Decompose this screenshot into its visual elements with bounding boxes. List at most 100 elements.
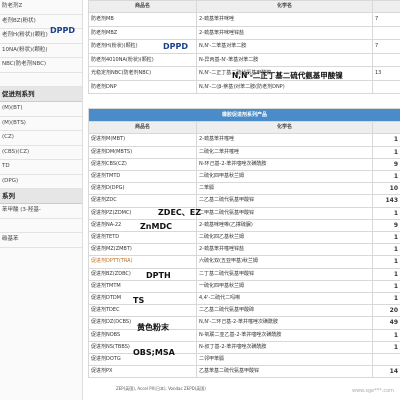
sidebar-item[interactable]: (M)(BT) xyxy=(0,102,82,117)
product-name-cell[interactable]: 光稳定剂NBC(防老剂NBC) xyxy=(88,66,197,81)
table-row: 促进剂DPTT(TRA) 六硫化双(五亚甲基)秋兰姆 1 xyxy=(88,255,400,269)
overlay-dpth: DPTH xyxy=(146,271,171,280)
value-cell: 14 xyxy=(372,365,400,379)
sidebar-item[interactable]: 10NA(粉状)(颗粒) xyxy=(0,44,82,58)
product-name-cell[interactable]: 促进剂DM(MBTS) xyxy=(88,145,197,159)
table-row: 促进剂TDEC 二乙基二硫代氨基甲酸碲 20 xyxy=(88,304,400,318)
sidebar-item[interactable]: NBC(防老剂NBC) xyxy=(0,58,82,73)
table-row: 促进剂DM(MBTS) 二硫化二苯并噻唑 1 xyxy=(88,145,400,159)
chemical-name-cell: 二邻甲苯胍 xyxy=(196,353,373,367)
product-name-cell[interactable]: 促进剂M(MBT) xyxy=(88,133,197,147)
sidebar-item[interactable] xyxy=(0,219,82,233)
sidebar-item[interactable]: (M)(BTS) xyxy=(0,117,82,131)
value-cell: 1 xyxy=(372,328,400,342)
value-cell: 143 xyxy=(372,194,400,208)
value-cell: 1 xyxy=(372,145,400,159)
product-name-cell[interactable]: 防老剂DNP xyxy=(88,79,197,95)
sidebar-item[interactable]: (CZ) xyxy=(0,131,82,146)
product-name-cell[interactable]: 促进剂DPTT(TRA) xyxy=(88,255,197,269)
product-name-cell[interactable]: 促进剂D(DPG) xyxy=(88,182,197,196)
chemical-name-cell: N-异丙基-N'-苯基对苯二胺 xyxy=(196,52,373,68)
chemical-name-cell: 4,4'-二硫代二吗啉 xyxy=(196,292,373,306)
table-row: 促进剂DZ(DCBS) N,N'-二环己基-2-苯并噻唑次磺酰胺 49 xyxy=(88,316,400,330)
value-cell: 10 xyxy=(372,182,400,196)
product-name-cell[interactable]: 促进剂ZDC xyxy=(88,194,197,208)
overlay-yellow-powder: 黄色粉末 xyxy=(137,323,169,332)
table-row: 促进剂TETD 二硫化四乙基秋兰姆 1 xyxy=(88,231,400,245)
column-header xyxy=(372,0,400,14)
chemical-name-cell: 二丁基二硫代氨基甲酸锌 xyxy=(196,267,373,281)
product-name-cell[interactable]: 防老剂MB xyxy=(88,12,197,27)
table-row: 防老剂H(粉状)(颗粒) N,N'-二苯基对苯二胺 7 xyxy=(88,39,400,54)
table-row: 防老剂MB 2-巯基苯并咪唑 7 xyxy=(88,12,400,27)
overlay-nbc-label: N,N'-二正丁基二硫代氨基甲酸镍 xyxy=(232,71,343,80)
sidebar-item[interactable]: (CBS)(CZ) xyxy=(0,146,82,160)
product-name-cell[interactable]: 促进剂TMTD xyxy=(88,170,197,184)
product-name-cell[interactable]: 促进剂PX xyxy=(88,365,197,379)
value-cell: 1 xyxy=(372,243,400,257)
value-cell: 9 xyxy=(372,218,400,233)
chemical-name-cell: 二乙基二硫代氨基甲酸碲 xyxy=(196,304,373,318)
value-cell xyxy=(372,52,400,68)
table-row: 促进剂ZDC 二乙基二硫代氨基甲酸锌 143 xyxy=(88,194,400,208)
product-name-cell[interactable]: 促进剂TETD xyxy=(88,231,197,245)
value-cell: 20 xyxy=(372,304,400,318)
overlay-dppd-mid: DPPD xyxy=(163,42,189,51)
accelerator-table: 橡胶促进剂系列产品 商品名 化学名 促进剂M(MBT) 2-巯基苯并噻唑 1 促进剂D… xyxy=(88,108,400,379)
value-cell: 1 xyxy=(372,133,400,147)
product-name-cell[interactable]: 促进剂MZ(ZMBT) xyxy=(88,243,197,257)
chemical-name-cell: 二乙基二硫代氨基甲酸锌 xyxy=(196,194,373,208)
column-header xyxy=(372,121,400,135)
overlay-zdec-ez: ZDEC、EZ xyxy=(158,208,202,217)
column-header: 商品名 xyxy=(88,0,197,14)
chemical-name-cell: 2-巯基苯并噻唑锌盐 xyxy=(196,243,373,257)
sidebar-item[interactable]: 苯甲酸 (3-羟基- xyxy=(0,204,82,219)
column-header: 商品名 xyxy=(88,121,197,135)
table-row: 促进剂CBS(CZ) N-环己基-2-苯并噻唑次磺酰胺 9 xyxy=(88,157,400,172)
table-row: 促进剂NOBS N-氧联二亚乙基-2-苯并噻唑次磺酰胺 1 xyxy=(88,328,400,342)
value-cell: 1 xyxy=(372,279,400,294)
sidebar-item[interactable]: TD xyxy=(0,160,82,175)
watermark: www.sge***.com xyxy=(352,388,395,394)
product-name-cell[interactable]: 促进剂TMTM xyxy=(88,279,197,294)
product-name-cell[interactable]: 促进剂BZ(ZDBC) xyxy=(88,267,197,281)
product-name-cell[interactable]: 防老剂MBZ xyxy=(88,25,197,41)
chemical-name-cell: N-环己基-2-苯并噻唑次磺酰胺 xyxy=(196,157,373,172)
table-row: 促进剂M(MBT) 2-巯基苯并噻唑 1 xyxy=(88,133,400,147)
value-cell: 13 xyxy=(372,66,400,81)
table-row: 促进剂MZ(ZMBT) 2-巯基苯并噻唑锌盐 1 xyxy=(88,243,400,257)
value-cell: 1 xyxy=(372,267,400,281)
value-cell: 9 xyxy=(372,157,400,172)
value-cell: 1 xyxy=(372,231,400,245)
sidebar-item[interactable]: (DPG) xyxy=(0,175,82,189)
sidebar-item[interactable] xyxy=(0,73,82,87)
column-header: 化学名 xyxy=(196,121,373,135)
product-name-cell[interactable]: 防老剂4010NA(粉状)(颗粒) xyxy=(88,52,197,68)
chemical-name-cell: N-叔丁基-2-苯并噻唑次磺酰胺 xyxy=(196,340,373,355)
product-name-cell[interactable]: 促进剂CBS(CZ) xyxy=(88,157,197,172)
chemical-name-cell: 一硫化四甲基秋兰姆 xyxy=(196,279,373,294)
chemical-name-cell: 2-巯基苯并咪唑锌盐 xyxy=(196,25,373,41)
sidebar-item[interactable]: 防老剂Z xyxy=(0,0,82,15)
table-title-row: 橡胶促进剂系列产品 xyxy=(88,108,400,123)
value-cell: 7 xyxy=(372,39,400,54)
chemical-name-cell: 二苯胍 xyxy=(196,182,373,196)
chemical-name-cell: 二硫化四乙基秋兰姆 xyxy=(196,231,373,245)
sidebar-item[interactable]: 碳基苯 xyxy=(0,233,82,248)
value-cell: 1 xyxy=(372,170,400,184)
value-cell: 1 xyxy=(372,255,400,269)
table-row: 促进剂NA-22 2-巯基咪唑啉(乙撑硫脲) 9 xyxy=(88,218,400,233)
column-header: 化学名 xyxy=(196,0,373,14)
chemical-name-cell: 六硫化双(五亚甲基)秋兰姆 xyxy=(196,255,373,269)
chemical-name-cell: 二硫化四甲基秋兰姆 xyxy=(196,170,373,184)
overlay-obs-msa: OBS;MSA xyxy=(133,348,175,357)
table-row: 促进剂PZ(ZDMC) 二甲基二硫代氨基甲酸锌 1 xyxy=(88,206,400,220)
chemical-name-cell: N,N'-二苯基对苯二胺 xyxy=(196,39,373,54)
table-header-row: 商品名 化学名 xyxy=(88,121,400,135)
overlay-zep-note: ZEP(英国), Accel PX(日本), Vondac ZEPD(英国) xyxy=(116,386,206,392)
table-row: 防老剂DNP N,N'-二(β-萘基)对苯二胺(防老剂DNP) xyxy=(88,79,400,95)
chemical-name-cell: N-氧联二亚乙基-2-苯并噻唑次磺酰胺 xyxy=(196,328,373,342)
sidebar-section-heading: 促进剂系列 xyxy=(0,87,82,102)
table-row: 促进剂D(DPG) 二苯胍 10 xyxy=(88,182,400,196)
product-name-cell[interactable]: 促进剂TDEC xyxy=(88,304,197,318)
